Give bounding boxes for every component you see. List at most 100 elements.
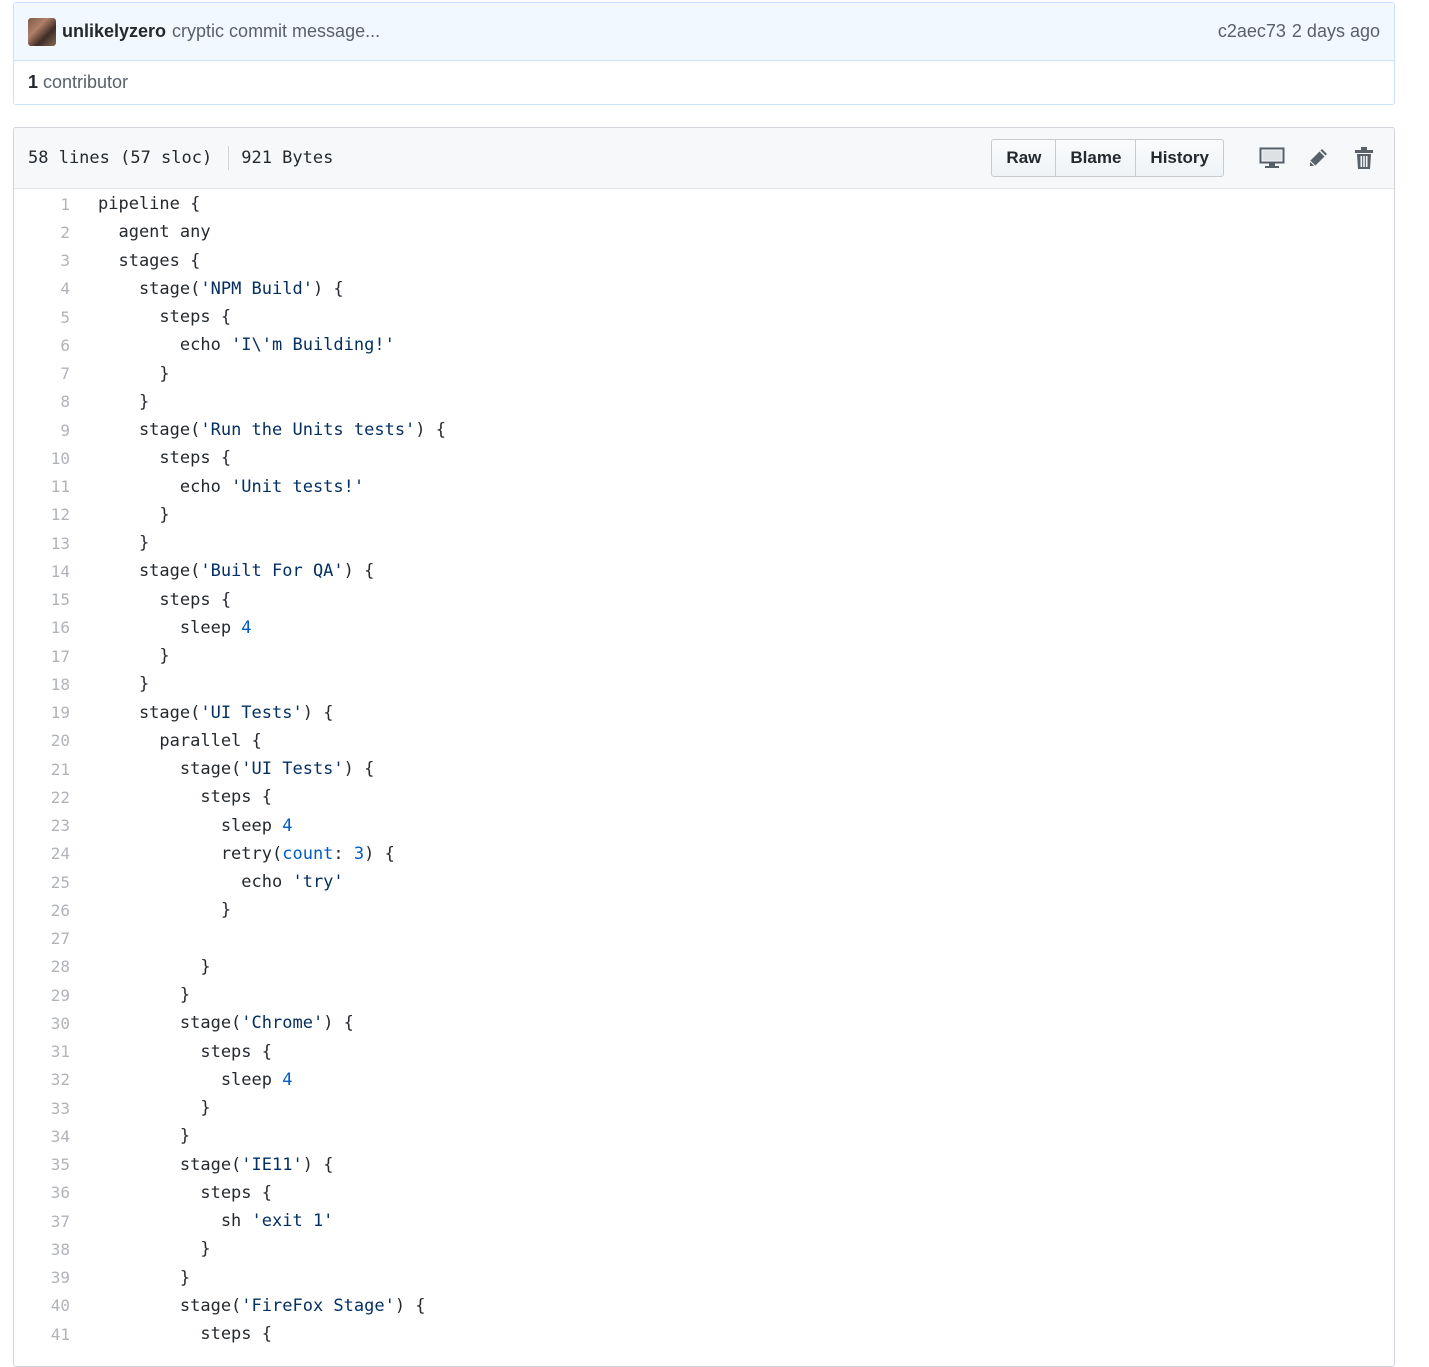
contributors-label: contributor [43,72,129,92]
line-number[interactable]: 18 [14,675,70,694]
line-content: sh 'exit 1' [70,1211,334,1231]
line-number[interactable]: 4 [14,279,70,298]
code-token: echo [98,335,232,356]
line-number[interactable]: 2 [14,223,70,242]
line-number[interactable]: 17 [14,647,70,666]
code-line: 23 sleep 4 [14,812,1394,840]
line-number[interactable]: 16 [14,618,70,637]
code-line: 4 stage('NPM Build') { [14,275,1394,303]
code-token: 'Unit tests!' [231,476,365,497]
line-number[interactable]: 29 [14,986,70,1005]
line-content: stage('UI Tests') { [70,702,334,723]
line-number[interactable]: 5 [14,308,70,327]
line-number[interactable]: 6 [14,336,70,355]
line-number[interactable]: 26 [14,901,70,920]
contributors-count: 1 [28,72,39,92]
code-token: stage( [98,702,201,723]
code-token: ) { [343,759,375,780]
line-content: } [70,646,169,666]
line-number[interactable]: 11 [14,477,70,496]
code-line: 19 stage('UI Tests') { [14,699,1394,727]
line-number[interactable]: 9 [14,421,70,440]
line-content: steps { [70,1042,272,1062]
code-line: 35 stage('IE11') { [14,1151,1394,1179]
code-token: 4 [282,1069,293,1090]
line-number[interactable]: 7 [14,364,70,383]
line-number[interactable]: 30 [14,1014,70,1033]
code-token: stage( [98,1013,242,1034]
line-content: } [70,1239,210,1259]
file-actions: Raw Blame History [991,139,1380,177]
line-number[interactable]: 8 [14,392,70,411]
line-number[interactable]: 1 [14,195,70,214]
line-number[interactable]: 15 [14,590,70,609]
code-token: 4 [241,617,252,638]
pencil-icon[interactable] [1302,142,1334,174]
line-number[interactable]: 25 [14,873,70,892]
line-number[interactable]: 23 [14,816,70,835]
raw-button[interactable]: Raw [991,139,1057,177]
line-content: } [70,363,170,384]
line-number[interactable]: 31 [14,1042,70,1061]
trash-icon[interactable] [1348,142,1380,174]
code-token: ) { [302,702,334,723]
line-number[interactable]: 34 [14,1127,70,1146]
code-token: sleep [98,1069,283,1090]
line-number[interactable]: 21 [14,760,70,779]
line-content: sleep 4 [70,815,293,836]
file-info: 58 lines (57 sloc) 921 Bytes [28,146,333,170]
code-token: echo [98,872,293,893]
code-token: retry( [98,843,283,864]
line-number[interactable]: 10 [14,449,70,468]
line-number[interactable]: 39 [14,1268,70,1287]
line-number[interactable]: 41 [14,1325,70,1344]
code-line: 2 agent any [14,218,1394,246]
code-token: ) { [415,420,447,441]
code-token: stage( [98,561,201,582]
line-number[interactable]: 32 [14,1070,70,1089]
line-number[interactable]: 35 [14,1155,70,1174]
code-token: echo [98,476,232,497]
code-line: 15 steps { [14,586,1394,614]
line-number[interactable]: 40 [14,1296,70,1315]
line-number[interactable]: 27 [14,929,70,948]
line-number[interactable]: 38 [14,1240,70,1259]
commit-message-link[interactable]: cryptic commit message... [172,21,380,42]
code-line: 34 } [14,1122,1394,1150]
line-number[interactable]: 24 [14,844,70,863]
code-token: } [98,674,150,695]
history-button[interactable]: History [1136,139,1224,177]
code-token: 3 [353,843,365,864]
blame-button[interactable]: Blame [1056,139,1137,177]
line-number[interactable]: 20 [14,731,70,750]
line-content: stages { [70,251,200,271]
code-token: ) { [364,843,395,864]
line-content: steps { [70,448,231,468]
code-token: pipeline { [98,194,201,215]
commit-header: unlikelyzero cryptic commit message... c… [14,3,1394,61]
commit-sha-link[interactable]: c2aec73 [1218,21,1286,41]
code-token: } [98,363,170,384]
code-line: 1 pipeline { [14,190,1394,218]
line-number[interactable]: 19 [14,703,70,722]
line-number[interactable]: 33 [14,1099,70,1118]
line-number[interactable]: 22 [14,788,70,807]
line-number[interactable]: 28 [14,957,70,976]
commit-author-link[interactable]: unlikelyzero [62,21,166,42]
code-token: steps { [98,589,232,610]
code-token: 4 [282,815,293,836]
code-token: 'try' [292,872,344,893]
line-number[interactable]: 12 [14,505,70,524]
line-number[interactable]: 36 [14,1183,70,1202]
desktop-icon[interactable] [1256,142,1288,174]
line-number[interactable]: 14 [14,562,70,581]
code-token: stage( [98,759,242,780]
code-line: 29 } [14,981,1394,1009]
code-line: 17 } [14,642,1394,670]
line-content: steps { [70,1183,272,1203]
line-number[interactable]: 3 [14,251,70,270]
contributors-row[interactable]: 1 contributor [14,61,1394,104]
line-number[interactable]: 37 [14,1212,70,1231]
avatar[interactable] [28,17,56,46]
line-number[interactable]: 13 [14,534,70,553]
